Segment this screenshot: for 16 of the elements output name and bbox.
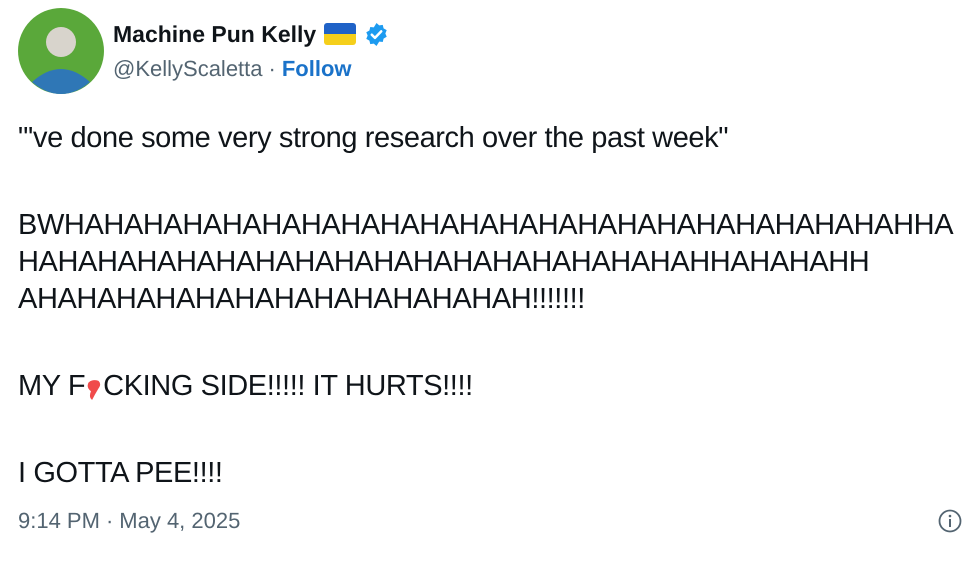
tweet-text: MY F xyxy=(18,369,86,404)
info-icon[interactable] xyxy=(938,509,962,533)
tweet-time[interactable]: 9:14 PM xyxy=(18,508,100,534)
tweet-text: AHAHAHAHAHAHAHAHAHAHAHAHAH!!!!!!! xyxy=(18,282,586,317)
tweet-text: BWHAHAHAHAHAHAHAHAHAHAHAHAHAHAHAHAHAHAHAHAHAHHA xyxy=(18,208,954,243)
tweet-text: CKING SIDE!!!!! IT HURTS!!!! xyxy=(103,369,473,404)
follow-link[interactable]: Follow xyxy=(282,56,352,82)
author-handle[interactable]: @KellyScaletta xyxy=(113,56,263,82)
author-name: Machine Pun Kelly xyxy=(113,20,316,48)
flag-icon xyxy=(324,23,356,45)
separator-dot: · xyxy=(268,56,276,82)
tweet-date[interactable]: May 4, 2025 xyxy=(119,508,240,534)
separator-dot: · xyxy=(106,508,114,534)
tweet-text: I GOTTA PEE!!!! xyxy=(18,456,224,491)
tweet-text: HAHAHAHAHAHAHAHAHAHAHAHAHAHAHAHAHAHHAHAHAHH xyxy=(18,245,870,280)
tweet-text: "'ve done some very strong research over the past week" xyxy=(18,121,730,156)
